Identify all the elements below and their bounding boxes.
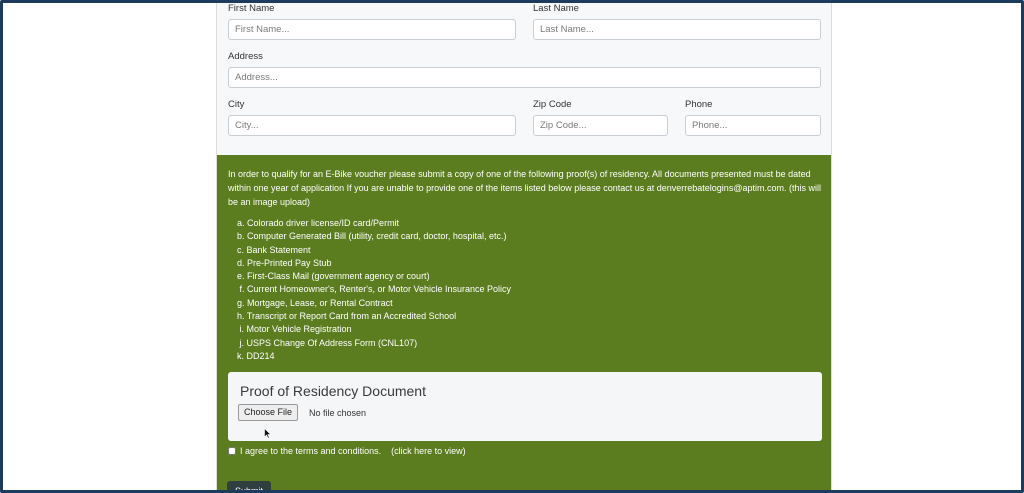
list-item: i. Motor Vehicle Registration — [237, 324, 352, 335]
accepted-documents-list: a. Colorado driver license/ID card/Permi… — [237, 217, 511, 363]
list-item: k. DD214 — [237, 350, 275, 361]
list-item: d. Pre-Printed Pay Stub — [237, 257, 332, 268]
choose-file-button[interactable]: Choose File — [238, 404, 299, 421]
terms-label: I agree to the terms and conditions. — [240, 446, 382, 456]
phone-input[interactable] — [685, 115, 821, 136]
zip-code-label: Zip Code — [533, 99, 572, 110]
list-item: f. Current Homeowner's, Renter's, or Mot… — [237, 284, 512, 295]
zip-code-input[interactable] — [533, 115, 668, 136]
proof-upload-card: Proof of Residency Document Choose File … — [228, 372, 822, 441]
first-name-input[interactable] — [228, 19, 516, 40]
proof-of-residency-section: In order to qualify for an E-Bike vouche… — [217, 155, 831, 493]
city-input[interactable] — [228, 115, 516, 136]
list-item: g. Mortgage, Lease, or Rental Contract — [237, 297, 393, 308]
first-name-label: First Name — [228, 3, 275, 14]
city-label: City — [228, 99, 245, 110]
last-name-label: Last Name — [533, 3, 579, 14]
applicant-info-section: First Name Last Name Address City Zip Co… — [217, 0, 831, 155]
list-item: c. Bank Statement — [237, 244, 311, 255]
address-input[interactable] — [228, 67, 821, 88]
list-item: h. Transcript or Report Card from an Acc… — [237, 311, 457, 322]
list-item: j. USPS Change Of Address Form (CNL107) — [237, 337, 418, 348]
terms-checkbox[interactable] — [228, 447, 236, 455]
file-status-text: No file chosen — [309, 408, 367, 418]
terms-link[interactable]: (click here to view) — [391, 446, 466, 456]
mouse-pointer-icon — [264, 428, 272, 439]
phone-label: Phone — [685, 99, 713, 110]
ebike-voucher-form: First Name Last Name Address City Zip Co… — [216, 0, 832, 493]
proof-upload-title: Proof of Residency Document — [240, 383, 426, 399]
terms-row: I agree to the terms and conditions. (cl… — [228, 446, 466, 456]
last-name-input[interactable] — [533, 19, 821, 40]
list-item: a. Colorado driver license/ID card/Permi… — [237, 218, 400, 228]
list-item: b. Computer Generated Bill (utility, cre… — [237, 231, 507, 242]
residency-instructions: In order to qualify for an E-Bike vouche… — [228, 169, 821, 207]
submit-button[interactable]: Submit — [227, 481, 271, 493]
list-item: e. First-Class Mail (government agency o… — [237, 271, 430, 282]
address-label: Address — [228, 51, 263, 62]
